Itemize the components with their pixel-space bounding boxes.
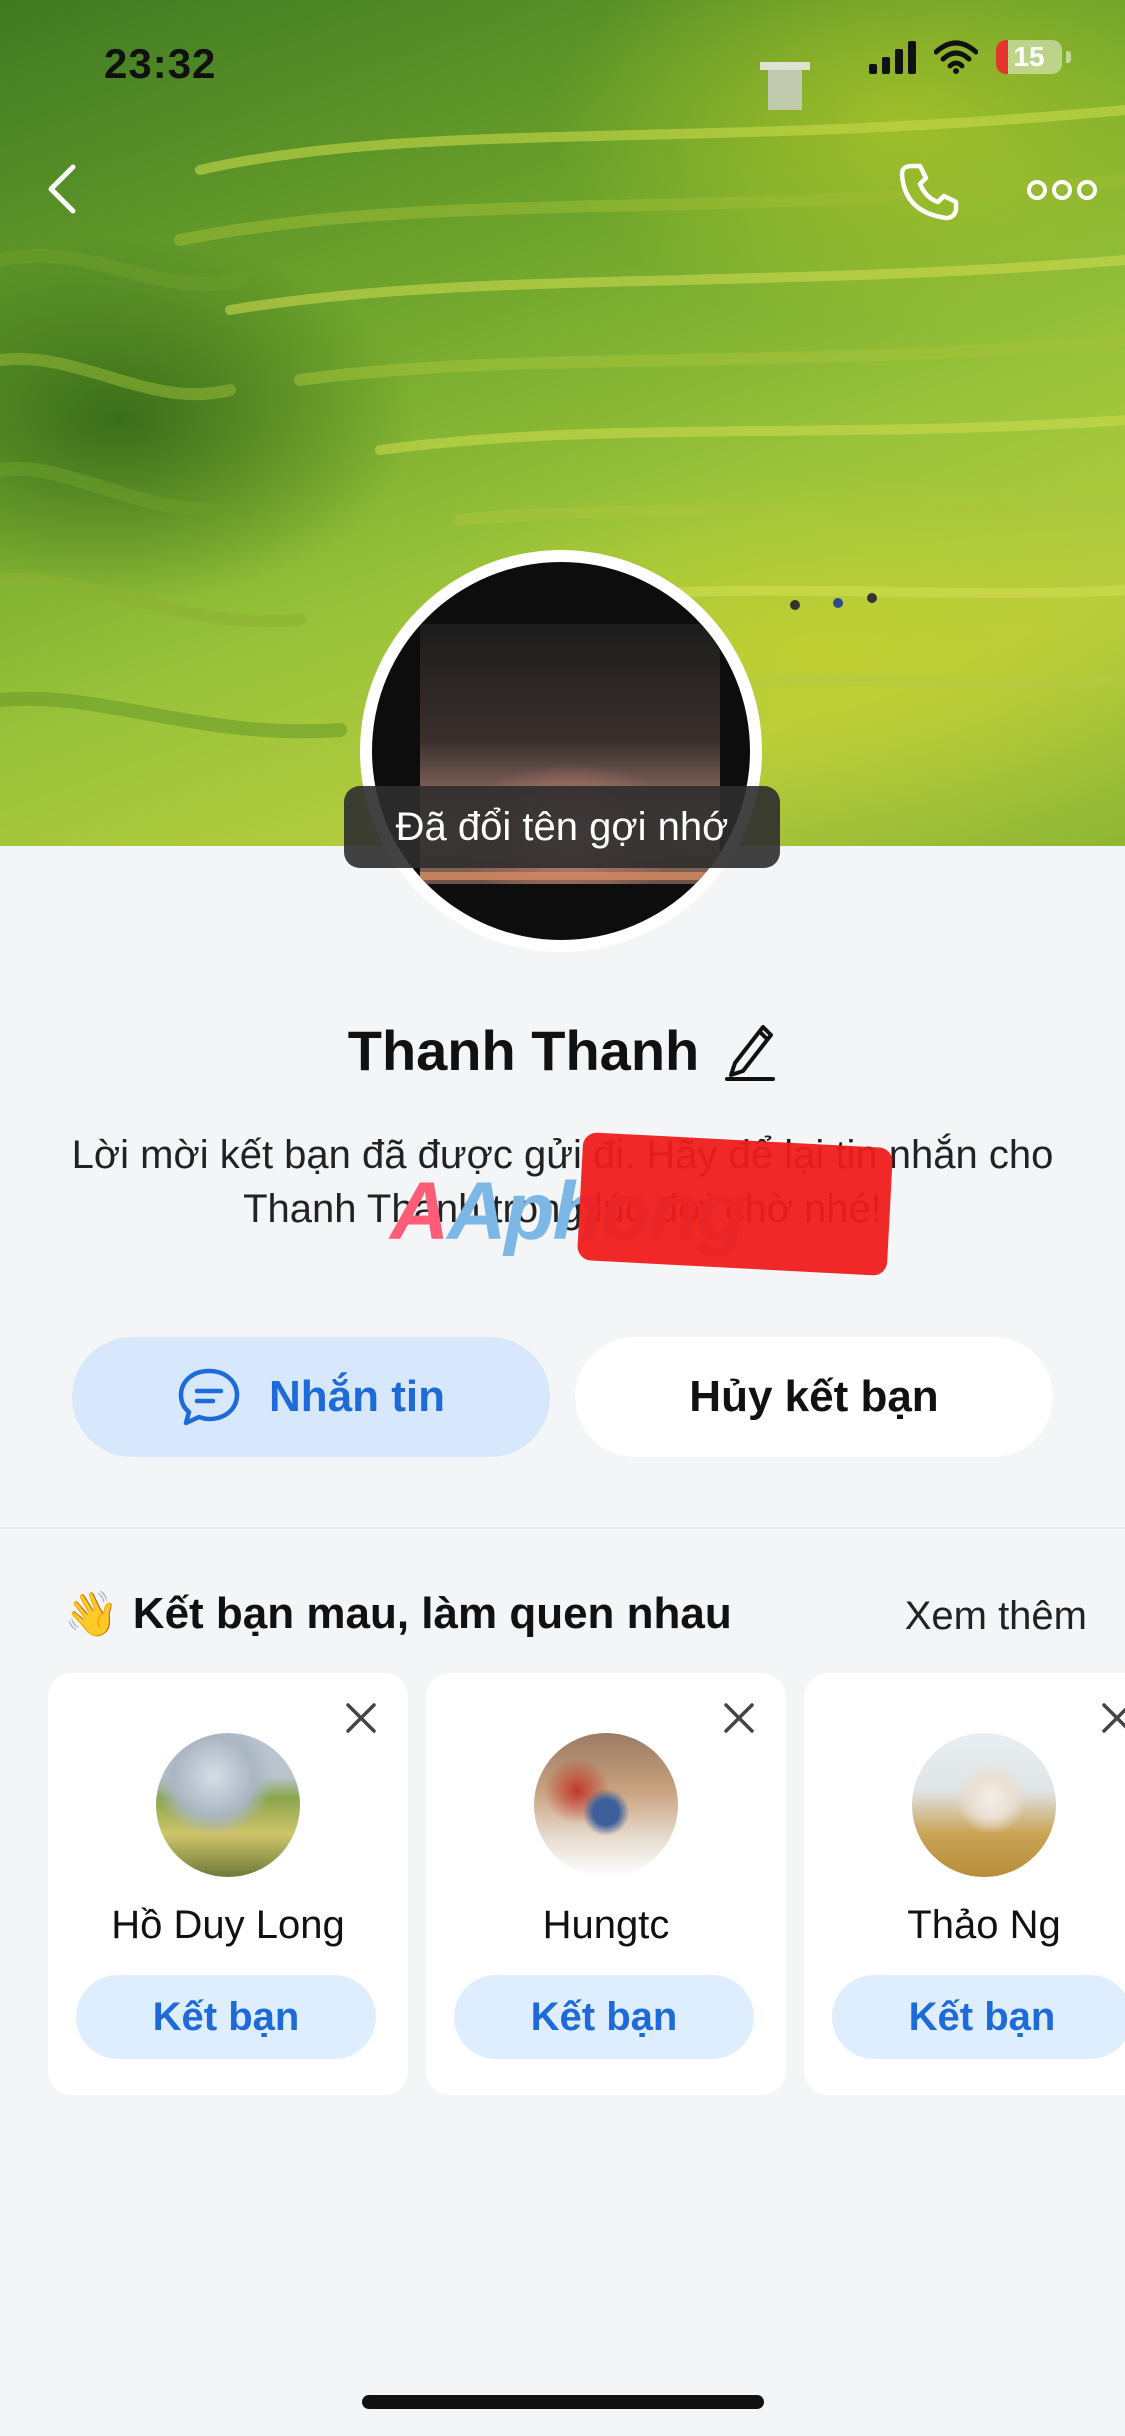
signal-icon	[869, 40, 916, 74]
profile-name: Thanh Thanh	[347, 1018, 700, 1082]
see-more-link[interactable]: Xem thêm	[905, 1594, 1087, 1639]
wifi-icon	[934, 40, 978, 74]
avatar-photo-edge	[420, 872, 720, 880]
more-button[interactable]	[1022, 168, 1102, 212]
suggestion-card[interactable]: Hungtc Kết bạn	[426, 1673, 786, 2095]
phone-icon	[899, 163, 959, 221]
message-button-label: Nhắn tin	[269, 1372, 445, 1421]
suggestion-avatar	[156, 1733, 300, 1877]
suggestions-title-text: Kết bạn mau, làm quen nhau	[132, 1589, 732, 1638]
suggestion-avatar	[534, 1733, 678, 1877]
call-button[interactable]	[896, 158, 962, 224]
unfriend-button-label: Hủy kết bạn	[689, 1372, 939, 1421]
toast-message: Đã đổi tên gợi nhớ	[344, 786, 780, 868]
message-button[interactable]: Nhắn tin	[72, 1337, 550, 1457]
avatar[interactable]	[372, 562, 750, 940]
back-button[interactable]	[36, 158, 86, 220]
profile-screen: 23:32 15 Đã đổi tên gợi nhớ Thanh Thanh …	[0, 0, 1125, 2436]
back-icon	[48, 164, 76, 214]
wave-emoji-icon: 👋	[64, 1590, 119, 1639]
suggestion-avatar	[912, 1733, 1056, 1877]
profile-name-row: Thanh Thanh	[0, 1010, 1125, 1090]
add-friend-button[interactable]: Kết bạn	[76, 1975, 376, 2059]
add-friend-button[interactable]: Kết bạn	[454, 1975, 754, 2059]
battery-level: 15	[1013, 41, 1045, 72]
close-icon[interactable]	[342, 1699, 380, 1737]
redaction-mark	[576, 1131, 894, 1277]
home-indicator	[362, 2395, 764, 2409]
close-icon[interactable]	[1098, 1699, 1125, 1737]
suggestion-name: Thảo Ng	[907, 1903, 1061, 1947]
battery-cap	[1066, 51, 1071, 63]
status-icons: 15	[869, 40, 1071, 74]
more-icon	[1027, 180, 1097, 200]
edit-icon[interactable]	[723, 1019, 777, 1081]
suggestion-card[interactable]: Hồ Duy Long Kết bạn	[48, 1673, 408, 2095]
suggestion-name: Hungtc	[542, 1903, 670, 1947]
add-friend-button[interactable]: Kết bạn	[832, 1975, 1125, 2059]
close-icon[interactable]	[720, 1699, 758, 1737]
unfriend-button[interactable]: Hủy kết bạn	[575, 1337, 1053, 1457]
status-time: 23:32	[104, 40, 217, 87]
section-divider	[0, 1527, 1125, 1529]
suggestions-title: 👋 Kết bạn mau, làm quen nhau	[64, 1588, 732, 1640]
suggestion-card[interactable]: Thảo Ng Kết bạn	[804, 1673, 1125, 2095]
battery-icon: 15	[996, 40, 1062, 74]
chat-icon	[178, 1368, 240, 1426]
suggestion-name: Hồ Duy Long	[111, 1903, 345, 1947]
